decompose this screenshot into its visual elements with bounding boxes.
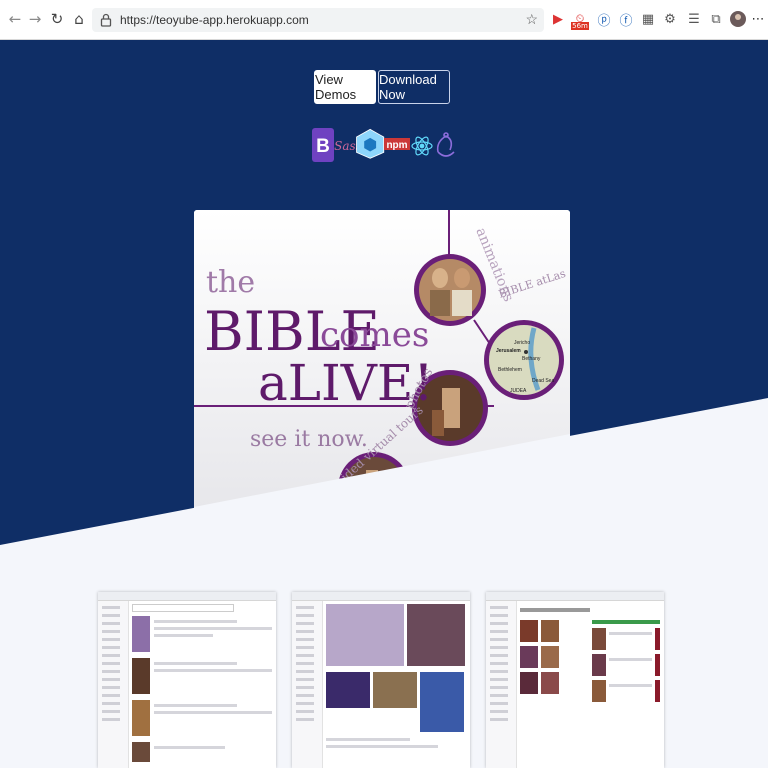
bible-app-preview: the BIBLE comes aLIVE! see it now. anima…	[194, 210, 570, 520]
map-label-jerusalem: Jerusalem	[496, 348, 521, 354]
map-label-jericho: Jericho	[514, 340, 530, 346]
tagline: see it now.	[250, 427, 368, 452]
demo-3-toolbar	[486, 592, 664, 601]
demo-1-toolbar	[98, 592, 276, 601]
demo-3-results	[520, 604, 660, 768]
map-label-judea: JUDEA	[510, 388, 527, 394]
headline-comes: comes	[320, 315, 429, 355]
map-label-dead-sea: Dead Sea	[532, 378, 554, 384]
demo-1-list	[132, 604, 272, 768]
preview-artwork: the BIBLE comes aLIVE! see it now. anima…	[194, 210, 570, 520]
demo-2-toolbar	[292, 592, 470, 601]
demo-screenshot-3[interactable]	[486, 592, 664, 768]
map-label-bethlehem: Bethlehem	[498, 367, 522, 373]
demo-1-sidebar	[98, 601, 129, 768]
demo-2-gallery	[326, 604, 466, 768]
webpack-icon	[356, 128, 385, 159]
svg-text:B: B	[316, 136, 330, 157]
redux-icon	[436, 132, 455, 157]
demo-screenshot-1[interactable]	[98, 592, 276, 768]
npm-icon: npm	[384, 138, 410, 151]
bootstrap-icon: B	[312, 128, 334, 162]
demo-2-sidebar	[292, 601, 323, 768]
tech-stack-icons: B Sass npm	[312, 128, 455, 162]
map-label-bethany: Bethany	[522, 356, 541, 362]
demo-3-sidebar	[486, 601, 517, 768]
react-icon	[411, 136, 433, 156]
svg-text:npm: npm	[386, 140, 407, 151]
download-now-button[interactable]: Download Now	[378, 70, 450, 104]
headline-the: the	[206, 265, 255, 300]
demo-screenshot-2[interactable]	[292, 592, 470, 768]
view-demos-button[interactable]: View Demos	[314, 70, 376, 104]
